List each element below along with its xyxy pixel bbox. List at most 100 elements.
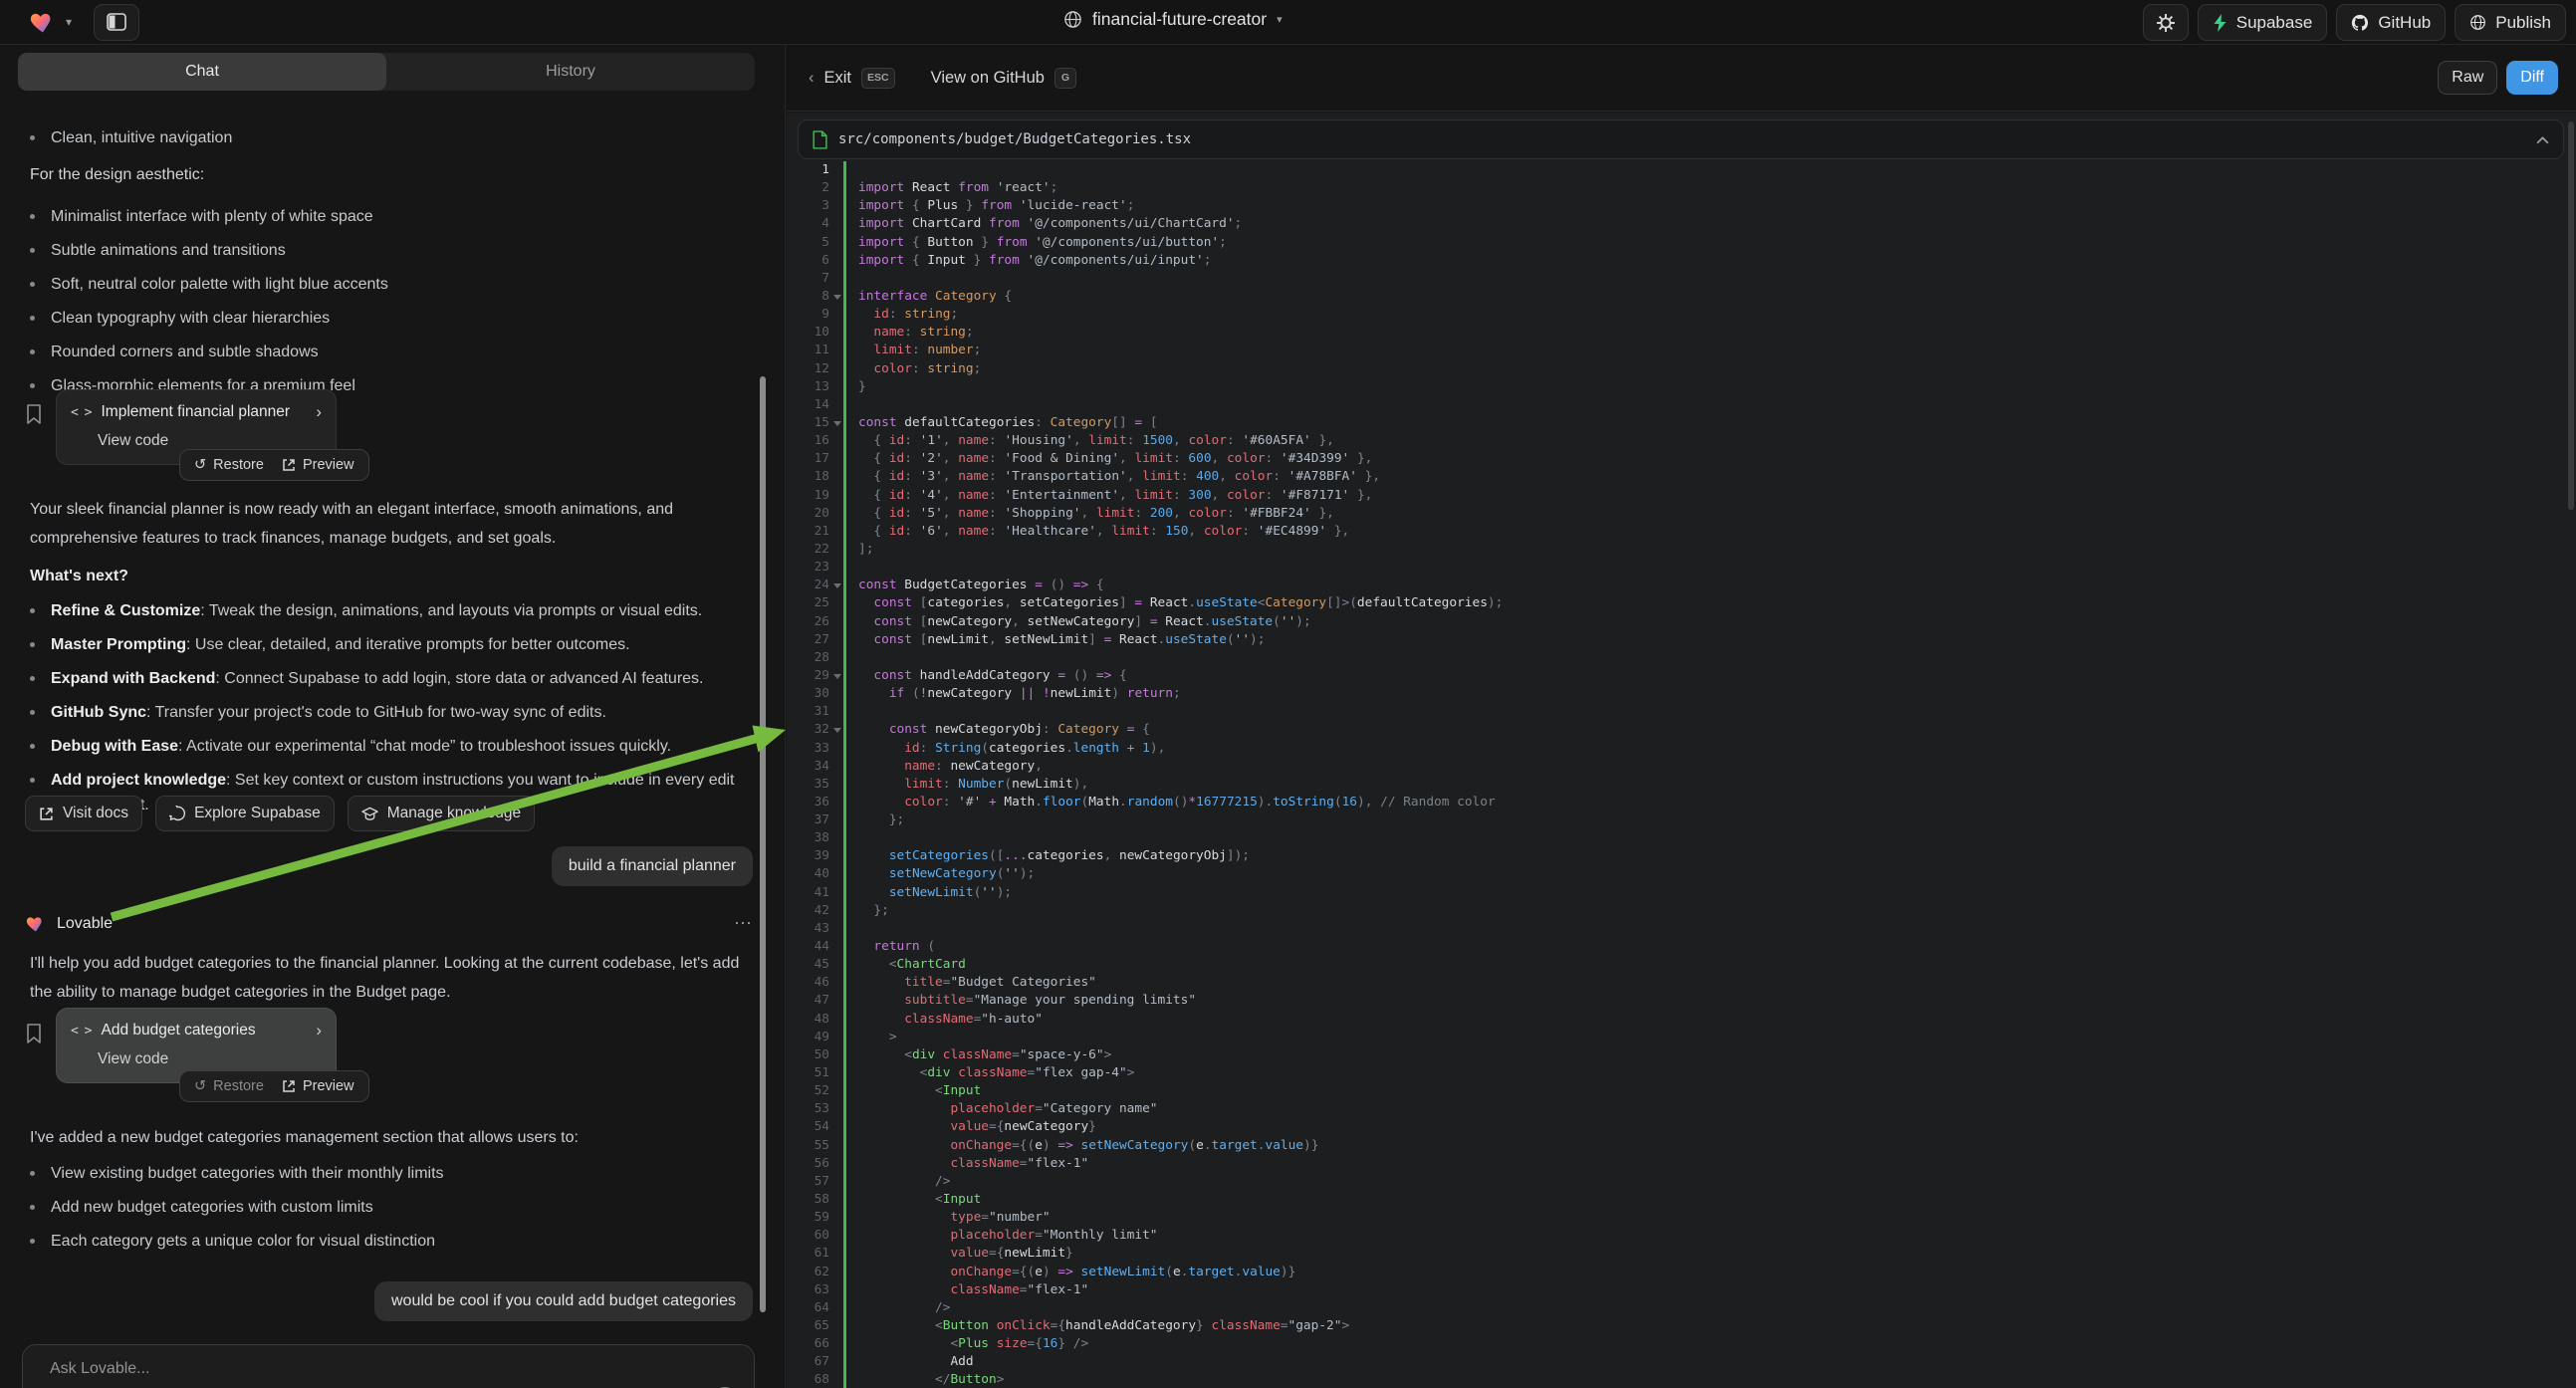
supabase-button[interactable]: Supabase [2198,4,2328,41]
code-line: 2import React from 'react'; [798,179,2564,197]
assistant-message: I've added a new budget categories manag… [30,1123,743,1152]
view-on-github-button[interactable]: View on GitHub G [931,68,1076,89]
assistant-header: Lovable ⋯ [25,913,754,934]
restore-button[interactable]: ↺Restore [194,457,264,473]
fold-gutter [829,396,843,414]
manage-knowledge-button[interactable]: Manage knowledge [348,796,535,831]
project-name: financial-future-creator [1092,9,1267,30]
code-line: 29 const handleAddCategory = () => { [798,667,2564,685]
fold-chevron-icon[interactable] [829,414,843,432]
code-line: 51 <div className="flex gap-4"> [798,1064,2564,1082]
version-card-title: Implement financial planner [101,403,290,421]
code-line: 53 placeholder="Category name" [798,1100,2564,1118]
fold-gutter [829,703,843,721]
code-panel-header: ‹ Exit ESC View on GitHub G Raw Diff [787,45,2576,112]
project-switcher[interactable]: financial-future-creator ▾ [1063,9,1283,30]
fold-chevron-icon[interactable] [829,577,843,594]
code-line: 9 id: string; [798,306,2564,324]
fold-gutter [829,487,843,505]
fold-gutter [829,902,843,920]
panel-left-icon [107,13,126,31]
exit-button[interactable]: ‹ Exit ESC [809,68,895,89]
fold-gutter [829,594,843,612]
code-line: 23 [798,559,2564,577]
toggle-sidebar-button[interactable] [94,4,139,41]
tab-history[interactable]: History [386,53,755,91]
file-path: src/components/budget/BudgetCategories.t… [838,131,1191,147]
github-button[interactable]: GitHub [2336,4,2446,41]
fold-gutter [829,685,843,703]
collapse-file-button[interactable] [2536,135,2549,144]
user-message-bubble: build a financial planner [552,846,753,886]
fold-gutter [829,1317,843,1335]
added-bullets-list: View existing budget categories with the… [22,1161,735,1263]
fold-gutter [829,613,843,631]
code-line: 18 { id: '3', name: 'Transportation', li… [798,468,2564,486]
code-scrollbar[interactable] [2568,121,2574,510]
fold-gutter [829,740,843,758]
prompt-input[interactable]: Ask Lovable... Attach Edit Default ▾ ↑ [22,1344,755,1388]
code-line: 42 }; [798,902,2564,920]
fold-gutter [829,992,843,1010]
g-kbd: G [1054,68,1076,89]
bookmark-icon[interactable] [25,1023,43,1044]
view-code-link[interactable]: View code [98,432,322,450]
tab-chat[interactable]: Chat [18,53,386,91]
code-line: 39 setCategories([...categories, newCate… [798,847,2564,865]
code-line: 43 [798,920,2564,938]
code-line: 4import ChartCard from '@/components/ui/… [798,215,2564,233]
chevron-down-icon[interactable]: ▾ [66,15,72,29]
restore-button[interactable]: ↺Restore [194,1078,264,1094]
visit-docs-button[interactable]: Visit docs [25,796,142,831]
fold-gutter [829,794,843,811]
code-line: 45 <ChartCard [798,956,2564,974]
chevron-right-icon[interactable]: › [316,402,322,422]
fold-chevron-icon[interactable] [829,667,843,685]
fold-gutter [829,1029,843,1046]
code-line: 12 color: string; [798,360,2564,378]
code-line: 34 name: newCategory, [798,758,2564,776]
code-line: 22]; [798,541,2564,559]
explore-supabase-button[interactable]: Explore Supabase [155,796,335,831]
more-options-icon[interactable]: ⋯ [734,913,754,934]
bookmark-icon[interactable] [25,403,43,425]
code-line: 11 limit: number; [798,342,2564,359]
diff-toggle-button[interactable]: Diff [2506,61,2558,95]
code-line: 1 [798,161,2564,179]
lovable-logo-icon[interactable] [28,8,58,36]
file-path-bar[interactable]: src/components/budget/BudgetCategories.t… [798,119,2564,159]
code-line: 62 onChange={(e) => setNewLimit(e.target… [798,1264,2564,1281]
code-line: 27 const [newLimit, setNewLimit] = React… [798,631,2564,649]
fold-gutter [829,523,843,541]
list-item: Clean typography with clear hierarchies [22,306,735,331]
fold-gutter [829,1082,843,1100]
design-aesthetic-heading: For the design aesthetic: [30,166,204,184]
external-link-icon [282,1079,296,1093]
code-line: 14 [798,396,2564,414]
code-line: 66 <Plus size={16} /> [798,1335,2564,1353]
gear-icon [2156,13,2176,33]
code-icon: < > [71,405,91,420]
chevron-down-icon: ▾ [1277,13,1283,26]
settings-button[interactable] [2143,4,2189,41]
fold-gutter [829,505,843,523]
publish-button[interactable]: Publish [2455,4,2566,41]
fold-gutter [829,1011,843,1029]
view-code-link[interactable]: View code [98,1050,322,1068]
fold-chevron-icon[interactable] [829,288,843,306]
code-line: 55 onChange={(e) => setNewCategory(e.tar… [798,1137,2564,1155]
preview-button[interactable]: Preview [282,1078,354,1094]
chevron-up-icon [2536,135,2549,144]
whats-next-list: Refine & Customize: Tweak the design, an… [22,598,741,826]
esc-kbd: ESC [861,68,895,89]
raw-toggle-button[interactable]: Raw [2438,61,2497,95]
code-line: 57 /> [798,1173,2564,1191]
fold-gutter [829,1064,843,1082]
fold-gutter [829,829,843,847]
fold-gutter [829,1264,843,1281]
chat-scrollbar[interactable] [760,376,766,1312]
preview-button[interactable]: Preview [282,457,354,473]
fold-gutter [829,161,843,179]
fold-chevron-icon[interactable] [829,721,843,739]
chevron-right-icon[interactable]: › [316,1021,322,1041]
